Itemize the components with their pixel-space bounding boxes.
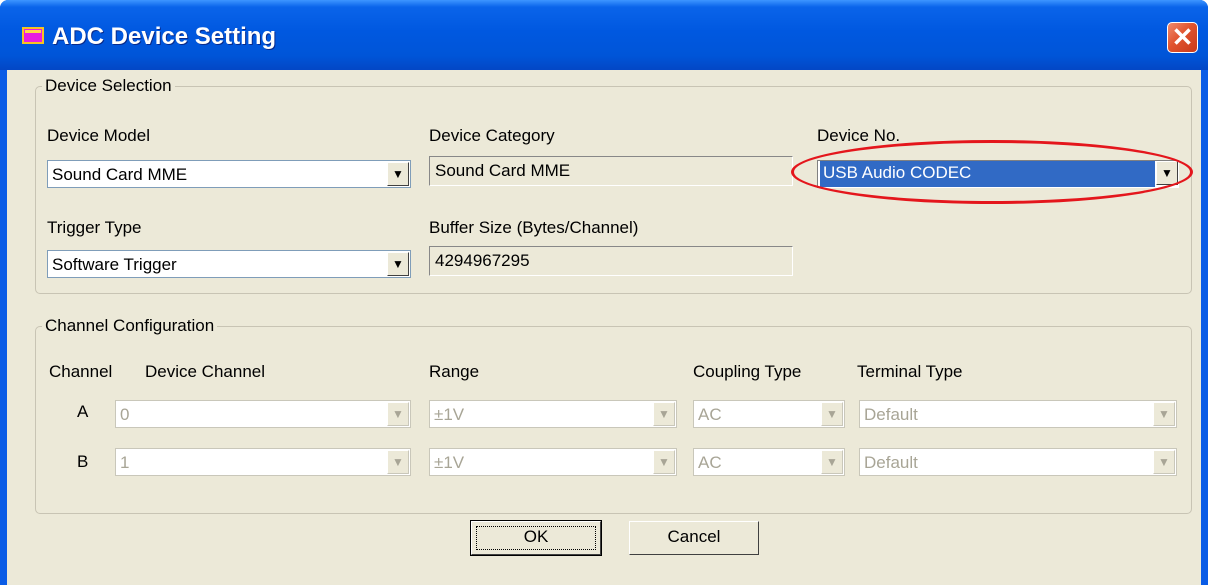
device-no-label: Device No. (817, 126, 901, 145)
cancel-button-label: Cancel (667, 527, 721, 546)
coupling-select-a[interactable]: AC ▼ (693, 400, 845, 428)
terminal-type-header: Terminal Type (857, 362, 963, 381)
dropdown-arrow-icon[interactable]: ▼ (821, 450, 843, 474)
cancel-button[interactable]: Cancel (629, 521, 759, 555)
dropdown-arrow-icon[interactable]: ▼ (1156, 161, 1178, 185)
title-bar[interactable]: ADC Device Setting ✕ (0, 0, 1208, 70)
terminal-select-a[interactable]: Default ▼ (859, 400, 1177, 428)
device-selection-legend: Device Selection (45, 76, 172, 95)
dropdown-arrow-icon[interactable]: ▼ (653, 402, 675, 426)
terminal-value-b: Default (864, 453, 918, 472)
range-value-a: ±1V (434, 405, 465, 424)
coupling-value-b: AC (698, 453, 722, 472)
coupling-select-b[interactable]: AC ▼ (693, 448, 845, 476)
device-model-value: Sound Card MME (52, 165, 188, 184)
channel-config-legend: Channel Configuration (45, 316, 215, 335)
dropdown-arrow-icon[interactable]: ▼ (387, 162, 409, 186)
coupling-type-header: Coupling Type (693, 362, 802, 381)
dropdown-arrow-icon[interactable]: ▼ (387, 252, 409, 276)
device-category-label: Device Category (429, 126, 555, 145)
buffer-size-label: Buffer Size (Bytes/Channel) (429, 218, 639, 237)
dialog-window: ADC Device Setting ✕ Device Selection De… (0, 0, 1208, 585)
buffer-size-value: 4294967295 (435, 251, 530, 270)
dropdown-arrow-icon[interactable]: ▼ (821, 402, 843, 426)
coupling-value-a: AC (698, 405, 722, 424)
device-channel-select-a[interactable]: 0 ▼ (115, 400, 411, 428)
range-value-b: ±1V (434, 453, 465, 472)
channel-label-a: A (77, 402, 89, 421)
device-channel-value-b: 1 (120, 453, 130, 472)
dropdown-arrow-icon[interactable]: ▼ (653, 450, 675, 474)
device-model-label: Device Model (47, 126, 150, 145)
terminal-select-b[interactable]: Default ▼ (859, 448, 1177, 476)
trigger-type-value: Software Trigger (52, 255, 177, 274)
focus-rect (476, 526, 596, 550)
range-header: Range (429, 362, 480, 381)
close-icon: ✕ (1171, 22, 1194, 52)
trigger-type-label: Trigger Type (47, 218, 142, 237)
terminal-value-a: Default (864, 405, 918, 424)
device-no-select[interactable]: USB Audio CODEC ▼ (817, 160, 1179, 188)
channel-header: Channel (49, 362, 113, 381)
device-model-select[interactable]: Sound Card MME ▼ (47, 160, 411, 188)
window-title: ADC Device Setting (52, 23, 277, 50)
range-select-b[interactable]: ±1V ▼ (429, 448, 677, 476)
device-category-field: Sound Card MME (429, 156, 793, 186)
dropdown-arrow-icon[interactable]: ▼ (1153, 402, 1175, 426)
device-no-value: USB Audio CODEC (820, 161, 1155, 187)
device-channel-select-b[interactable]: 1 ▼ (115, 448, 411, 476)
range-select-a[interactable]: ±1V ▼ (429, 400, 677, 428)
dialog-body: Device Selection Device Model Sound Card… (7, 70, 1201, 585)
dropdown-arrow-icon[interactable]: ▼ (387, 450, 409, 474)
close-button[interactable]: ✕ (1167, 22, 1198, 53)
trigger-type-select[interactable]: Software Trigger ▼ (47, 250, 411, 278)
dropdown-arrow-icon[interactable]: ▼ (1153, 450, 1175, 474)
device-channel-value-a: 0 (120, 405, 130, 424)
device-category-value: Sound Card MME (435, 161, 571, 180)
buffer-size-field: 4294967295 (429, 246, 793, 276)
ok-button[interactable]: OK (471, 521, 601, 555)
app-icon (22, 27, 44, 44)
channel-label-b: B (77, 452, 89, 471)
dropdown-arrow-icon[interactable]: ▼ (387, 402, 409, 426)
device-channel-header: Device Channel (145, 362, 266, 381)
